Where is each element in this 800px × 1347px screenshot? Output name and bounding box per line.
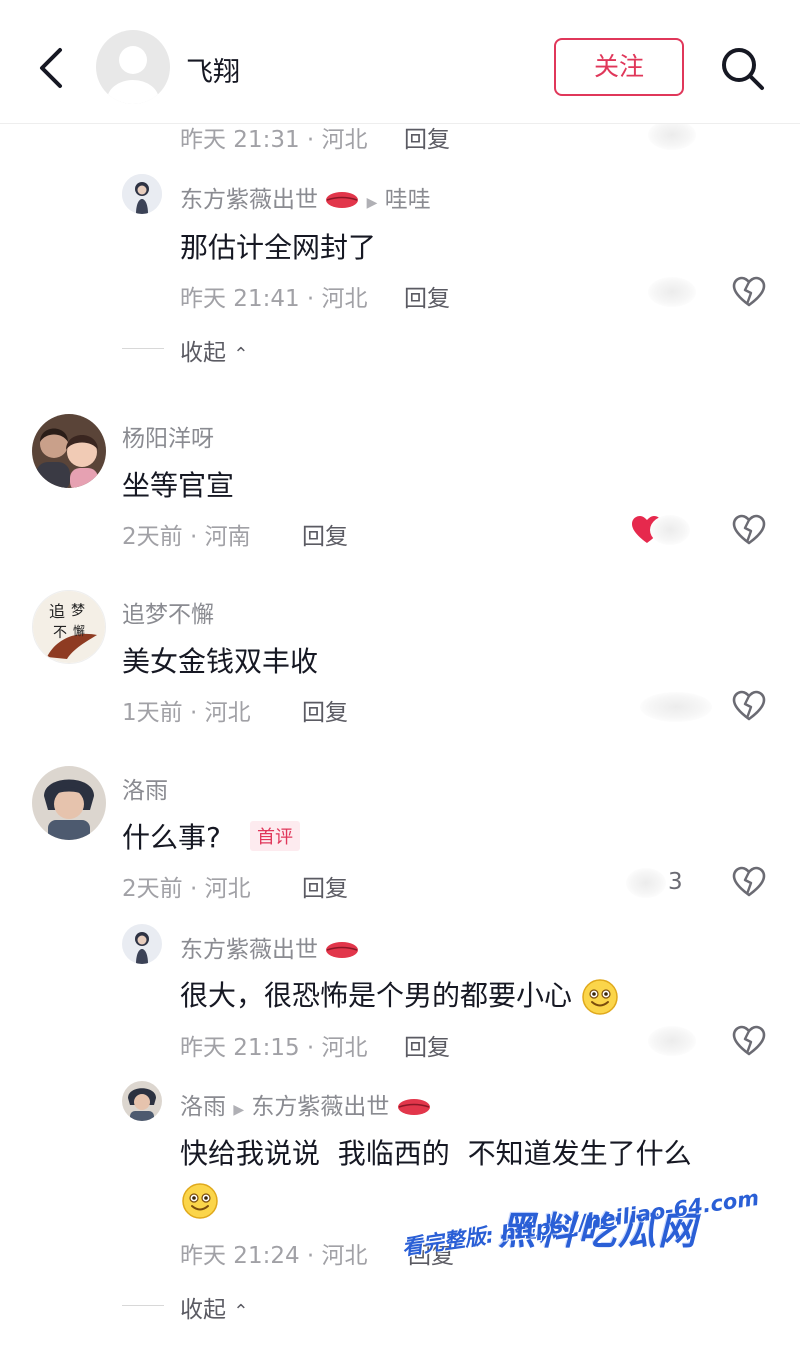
comment-meta: 2天前 · 河南	[122, 524, 251, 550]
comment-author: 追梦不懈	[122, 602, 214, 628]
avatar[interactable]	[32, 766, 106, 840]
avatar-char: 梦	[71, 603, 85, 619]
collapse-label: 收起	[180, 1297, 226, 1323]
broken-heart-icon[interactable]	[732, 690, 766, 722]
reply-text: 快给我说说 我临西的 不知道发生了什么	[180, 1137, 692, 1170]
reply-target: 东方紫薇出世	[251, 1094, 390, 1120]
comment-meta: 1天前 · 河北	[122, 700, 251, 726]
collapse-replies-button[interactable]: 收起 ⌃	[180, 1290, 248, 1324]
avatar[interactable]	[122, 1081, 162, 1121]
reply-meta: 昨天 21:41 · 河北	[180, 286, 368, 312]
chevron-up-icon: ⌃	[233, 1301, 249, 1322]
reply-meta: 昨天 21:24 · 河北	[180, 1243, 368, 1269]
reply-author: 东方紫薇出世	[180, 930, 359, 964]
reply-button[interactable]: 回复	[302, 517, 348, 551]
family-photo-image	[32, 414, 106, 488]
follow-button[interactable]: 关注	[554, 38, 684, 96]
avatar[interactable]	[122, 924, 162, 964]
reply-author: 洛雨 ▶ 东方紫薇出世	[180, 1087, 431, 1121]
reply-target: 哇哇	[384, 187, 431, 213]
reply-button[interactable]: 回复	[404, 279, 450, 313]
comment-author: 洛雨	[122, 778, 168, 804]
author-name: 洛雨	[180, 1094, 226, 1120]
user-avatar[interactable]	[96, 30, 170, 104]
divider	[122, 1305, 164, 1306]
portrait-image	[122, 174, 162, 214]
smile-emoji-icon	[582, 979, 618, 1015]
reply-meta: 昨天 21:15 · 河北	[180, 1035, 368, 1061]
top-bar: 飞翔 关注	[0, 0, 800, 124]
anime-avatar-image	[32, 766, 106, 840]
avatar-char: 追	[49, 602, 65, 621]
reply-button[interactable]: 回复	[404, 1028, 450, 1062]
calligraphy-avatar-image: 追 梦 不 懈	[33, 591, 105, 663]
like-avatars	[648, 1026, 696, 1056]
page-title: 飞翔	[186, 57, 240, 88]
broken-heart-icon[interactable]	[732, 514, 766, 546]
avatar[interactable]	[32, 414, 106, 488]
comment-author: 杨阳洋呀	[122, 426, 214, 452]
anime-avatar-image	[122, 1081, 162, 1121]
like-avatars	[648, 277, 696, 307]
collapse-replies-button[interactable]: 收起 ⌃	[180, 333, 248, 367]
comment-text: 什么事?	[122, 821, 221, 854]
like-count: 3	[668, 869, 683, 895]
like-avatars	[640, 692, 712, 722]
lips-emoji-icon	[397, 1099, 430, 1115]
smile-emoji-icon	[182, 1183, 218, 1219]
first-comment-badge: 首评	[250, 821, 300, 851]
comment-meta: 2天前 · 河北	[122, 876, 251, 902]
divider	[122, 348, 164, 349]
collapse-label: 收起	[180, 340, 226, 366]
like-avatars	[650, 515, 690, 545]
reply-to-arrow-icon: ▶	[233, 1102, 245, 1118]
reply-meta: 昨天 21:31 · 河北	[180, 127, 368, 153]
reply-to-arrow-icon: ▶	[366, 195, 378, 211]
broken-heart-icon[interactable]	[732, 276, 766, 308]
avatar[interactable]: 追 梦 不 懈	[32, 590, 106, 664]
broken-heart-icon[interactable]	[732, 866, 766, 898]
broken-heart-icon[interactable]	[732, 1025, 766, 1057]
reply-author: 东方紫薇出世 ▶ 哇哇	[180, 180, 431, 214]
like-avatars	[626, 868, 666, 898]
lips-emoji-icon	[326, 192, 359, 208]
reply-text: 很大，很恐怖是个男的都要小心	[180, 974, 619, 1016]
reply-button[interactable]: 回复	[302, 693, 348, 727]
reply-text: 那估计全网封了	[180, 231, 377, 264]
default-avatar-icon	[107, 46, 159, 104]
avatar-char: 不	[53, 625, 67, 641]
search-icon[interactable]	[716, 44, 770, 94]
comment-text: 坐等官宣	[122, 469, 235, 502]
avatar[interactable]	[122, 174, 162, 214]
author-name: 东方紫薇出世	[180, 937, 318, 963]
avatar-char: 懈	[73, 623, 85, 638]
chevron-up-icon: ⌃	[233, 344, 249, 365]
comment-text: 美女金钱双丰收	[122, 645, 319, 678]
reply-text-content: 很大，很恐怖是个男的都要小心	[180, 979, 573, 1012]
portrait-image	[122, 924, 162, 964]
lips-emoji-icon	[326, 942, 359, 958]
reply-button[interactable]: 回复	[404, 120, 450, 154]
reply-button[interactable]: 回复	[302, 869, 348, 903]
author-name: 东方紫薇出世	[180, 187, 318, 213]
like-avatars	[648, 120, 696, 150]
back-arrow-icon[interactable]	[32, 44, 72, 92]
